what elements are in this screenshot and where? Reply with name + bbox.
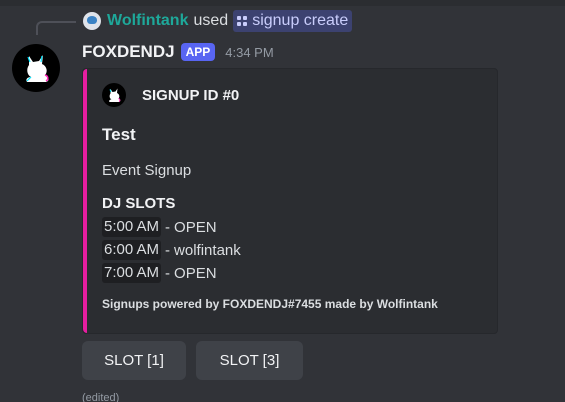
user-avatar-icon[interactable] — [83, 12, 101, 30]
chat-message-view: Wolfintank used signup create FOXDENDJ A… — [0, 0, 565, 402]
slash-command-icon — [237, 16, 248, 26]
slot-3-button[interactable]: SLOT [3] — [196, 341, 303, 380]
slot-row: 6:00 AM - wolfintank — [102, 239, 241, 261]
slot-time: 6:00 AM — [102, 240, 162, 260]
embed-field-name: DJ SLOTS — [102, 195, 176, 212]
slash-command-chip[interactable]: signup create — [233, 10, 353, 32]
signup-embed: SIGNUP ID #0 Test Event Signup DJ SLOTS … — [82, 68, 498, 334]
slash-command-name: signup create — [252, 12, 349, 29]
slot-time: 7:00 AM — [102, 263, 162, 283]
command-reference[interactable]: Wolfintank used signup create — [83, 10, 353, 32]
embed-author: SIGNUP ID #0 — [102, 82, 239, 108]
slot-separator: - — [165, 241, 171, 259]
app-badge: APP — [180, 43, 216, 61]
embed-accent-bar — [83, 69, 87, 333]
author-name[interactable]: FOXDENDJ — [82, 42, 175, 62]
top-divider — [0, 0, 565, 6]
embed-title: Test — [102, 125, 136, 144]
slot-status: wolfintank — [174, 241, 241, 259]
reply-used-text: used — [193, 12, 229, 29]
embed-description: Event Signup — [102, 162, 192, 179]
slot-status: OPEN — [174, 218, 217, 236]
embed-author-name: SIGNUP ID #0 — [142, 86, 240, 104]
slot-separator: - — [165, 264, 171, 282]
slot-row: 5:00 AM - OPEN — [102, 216, 217, 238]
reply-connector-line — [36, 21, 76, 35]
fox-logo-icon[interactable] — [12, 44, 60, 92]
slot-status: OPEN — [174, 264, 217, 282]
fox-logo-icon — [102, 83, 126, 107]
edited-indicator: (edited) — [82, 392, 120, 402]
slot-time: 5:00 AM — [102, 217, 162, 237]
message-header: FOXDENDJ APP 4:34 PM — [82, 40, 274, 64]
embed-footer: Signups powered by FOXDENDJ#7455 made by… — [102, 297, 438, 311]
slot-row: 7:00 AM - OPEN — [102, 262, 217, 284]
message-timestamp[interactable]: 4:34 PM — [225, 45, 273, 60]
slot-1-button[interactable]: SLOT [1] — [82, 341, 186, 380]
slot-separator: - — [165, 218, 171, 236]
reply-username[interactable]: Wolfintank — [107, 12, 188, 30]
